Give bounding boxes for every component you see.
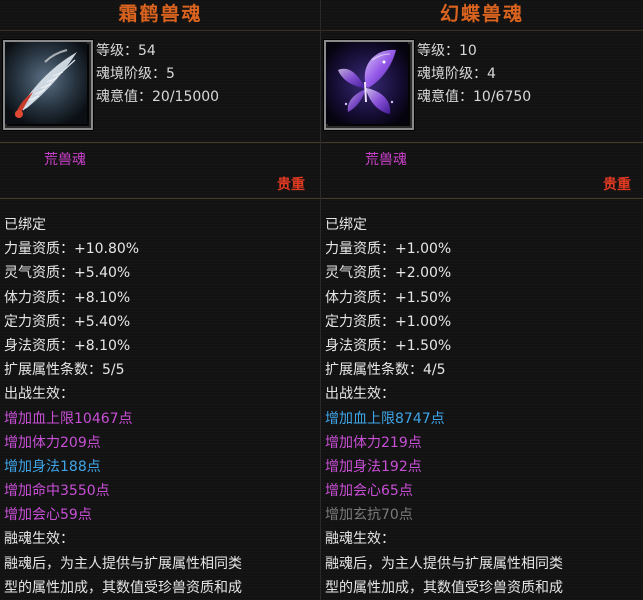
left-soul-title: 霜鹤兽魂	[118, 3, 203, 25]
left-effect-stamina: 增加体力209点	[4, 434, 101, 451]
right-soul-value: 魂意值：10/6750	[417, 89, 532, 105]
right-level: 等级：10	[417, 43, 477, 59]
left-attr-spirit: 灵气资质：+5.40%	[4, 265, 131, 282]
right-fusion-line-2: 型的属性加成，其数值受珍兽资质和成	[325, 579, 563, 596]
right-effect-crit: 增加会心65点	[325, 483, 413, 500]
right-battle-effect-title: 出战生效：	[325, 386, 395, 403]
right-type-label: 荒兽魂	[365, 152, 407, 168]
right-bound-status: 已绑定	[325, 217, 367, 233]
left-effect-agility: 增加身法188点	[4, 458, 101, 475]
right-attr-spirit: 灵气资质：+2.00%	[325, 265, 452, 282]
left-fusion-title: 融魂生效：	[4, 531, 74, 548]
left-separator-top	[0, 142, 321, 143]
right-effect-hp: 增加血上限8747点	[325, 410, 445, 427]
crane-feather-icon[interactable]	[3, 40, 93, 130]
left-attributes: 已绑定 力量资质：+10.80% 灵气资质：+5.40% 体力资质：+8.10%…	[4, 213, 242, 600]
left-realm: 魂境阶级：5	[96, 66, 175, 82]
butterfly-icon[interactable]	[324, 40, 414, 130]
left-attr-stamina: 体力资质：+8.10%	[4, 289, 131, 306]
right-realm: 魂境阶级：4	[417, 66, 496, 82]
right-attr-stamina: 体力资质：+1.50%	[325, 289, 452, 306]
right-separator-bottom	[321, 198, 643, 199]
left-attr-focus: 定力资质：+5.40%	[4, 313, 131, 330]
right-attr-agility: 身法资质：+1.50%	[325, 337, 452, 354]
comparison-window: 霜鹤兽魂 等级：54 魂境阶级：5 魂意值：20/15000 荒兽魂 贵重 已绑…	[0, 0, 643, 600]
right-effect-resist: 增加玄抗70点	[325, 507, 413, 524]
right-fusion-line-1: 融魂后，为主人提供与扩展属性相同类	[325, 555, 563, 572]
left-attr-strength: 力量资质：+10.80%	[4, 241, 140, 258]
right-soul-title: 幻蝶兽魂	[439, 3, 524, 25]
right-separator-top	[321, 142, 643, 143]
left-effect-hp: 增加血上限10467点	[4, 410, 133, 427]
left-attr-ext-count: 扩展属性条数：5/5	[4, 362, 125, 379]
left-battle-effect-title: 出战生效：	[4, 386, 74, 403]
left-bound-status: 已绑定	[4, 217, 46, 233]
right-fusion-title: 融魂生效：	[325, 531, 395, 548]
right-attr-strength: 力量资质：+1.00%	[325, 241, 452, 258]
right-effect-stamina: 增加体力219点	[325, 434, 422, 451]
left-title-bar: 霜鹤兽魂	[0, 0, 321, 31]
right-header: 等级：10 魂境阶级：4 魂意值：10/6750	[321, 34, 643, 138]
right-soul-panel: 幻蝶兽魂 等级：10 魂境阶级：4 魂意值：10/6750 荒兽魂 贵重 已绑定…	[321, 0, 643, 600]
left-level: 等级：54	[96, 43, 156, 59]
left-effect-crit: 增加会心59点	[4, 507, 92, 524]
left-soul-panel: 霜鹤兽魂 等级：54 魂境阶级：5 魂意值：20/15000 荒兽魂 贵重 已绑…	[0, 0, 321, 600]
left-effect-hit: 增加命中3550点	[4, 483, 110, 500]
left-header: 等级：54 魂境阶级：5 魂意值：20/15000	[0, 34, 321, 138]
left-separator-bottom	[0, 198, 321, 199]
right-attr-focus: 定力资质：+1.00%	[325, 313, 452, 330]
left-soul-value: 魂意值：20/15000	[96, 89, 220, 105]
left-rarity-label: 贵重	[277, 177, 305, 193]
right-attr-ext-count: 扩展属性条数：4/5	[325, 362, 446, 379]
right-title-bar: 幻蝶兽魂	[321, 0, 643, 31]
left-fusion-line-1: 融魂后，为主人提供与扩展属性相同类	[4, 555, 242, 572]
right-rarity-label: 贵重	[603, 177, 631, 193]
right-attributes: 已绑定 力量资质：+1.00% 灵气资质：+2.00% 体力资质：+1.50% …	[325, 213, 563, 600]
right-stats: 等级：10 魂境阶级：4 魂意值：10/6750	[417, 40, 531, 109]
left-stats: 等级：54 魂境阶级：5 魂意值：20/15000	[96, 40, 219, 109]
left-fusion-line-2: 型的属性加成，其数值受珍兽资质和成	[4, 579, 242, 596]
right-effect-agility: 增加身法192点	[325, 458, 422, 475]
left-type-label: 荒兽魂	[44, 152, 86, 168]
left-attr-agility: 身法资质：+8.10%	[4, 337, 131, 354]
